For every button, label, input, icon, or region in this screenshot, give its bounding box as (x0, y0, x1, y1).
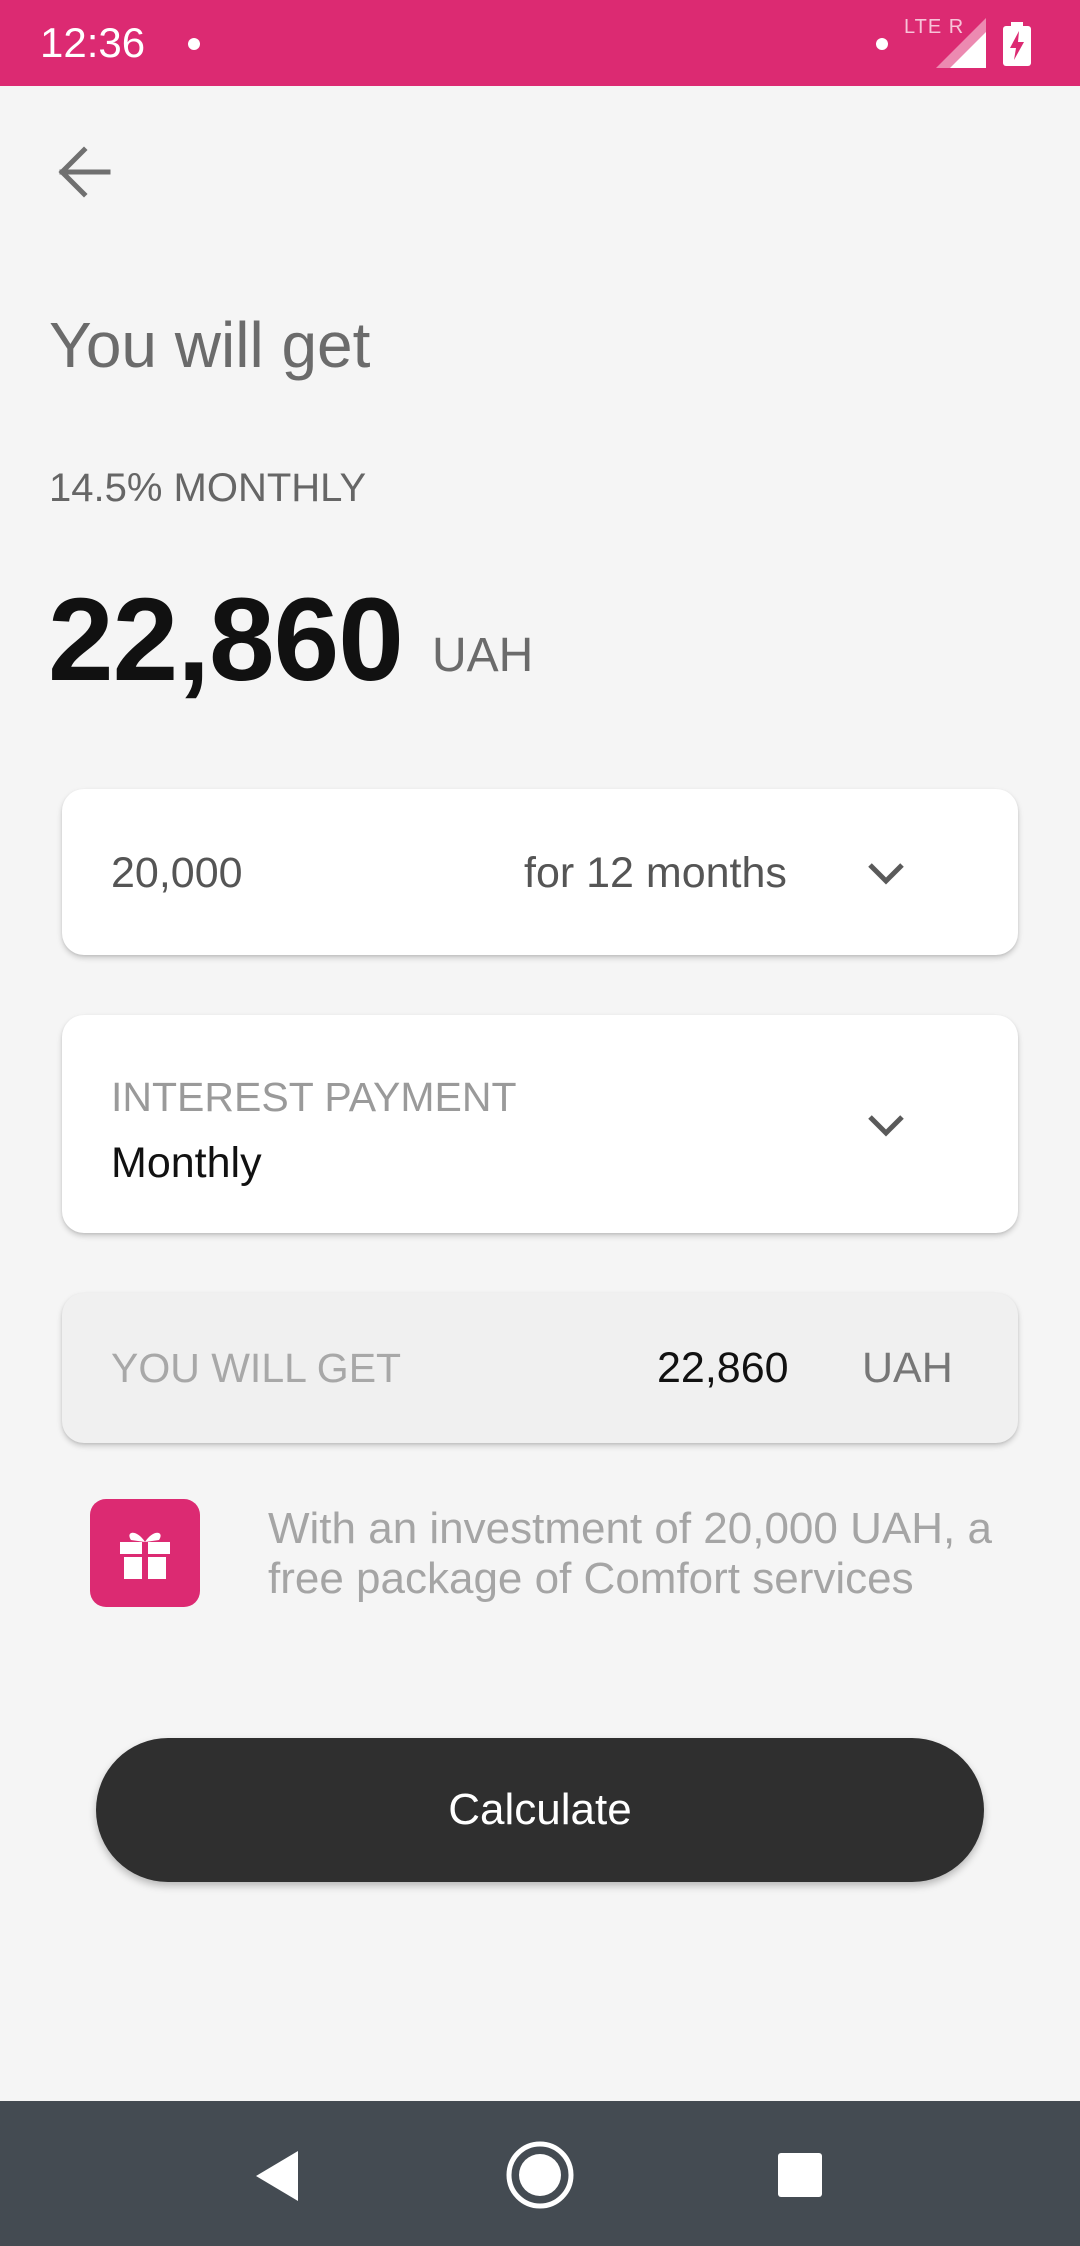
chevron-down-icon[interactable] (866, 1113, 906, 1139)
system-nav-bar (0, 2101, 1080, 2246)
result-currency: UAH (432, 629, 534, 682)
total-payout-row: YOU WILL GET 22,860 UAH (62, 1293, 1018, 1443)
triangle-back-icon[interactable] (252, 2149, 302, 2203)
back-arrow-icon[interactable] (52, 140, 116, 204)
circle-home-icon[interactable] (504, 2139, 576, 2211)
gift-icon (90, 1499, 200, 1607)
battery-charging-icon (1003, 22, 1031, 66)
status-bar: 12:36 LTE R (0, 0, 1080, 86)
deposit-amount-term-selector[interactable]: 20,000 for 12 months (62, 789, 1018, 955)
gift-icon-glyph (120, 1532, 170, 1579)
total-label: YOU WILL GET (111, 1345, 402, 1391)
result-amount: 22,860 (48, 574, 404, 706)
interest-rate: 14.5% MONTHLY (49, 466, 367, 510)
calculate-button[interactable]: Calculate (96, 1738, 984, 1882)
promo-text: With an investment of 20,000 UAH, a free… (268, 1504, 992, 1603)
chevron-down-icon[interactable] (866, 861, 906, 887)
page-title: You will get (49, 309, 371, 381)
deposit-amount: 20,000 (111, 849, 243, 897)
notification-dot-icon (188, 38, 200, 50)
notification-dot-icon (876, 38, 888, 50)
interest-payment-label: INTEREST PAYMENT (111, 1074, 517, 1120)
total-value: 22,860 (657, 1344, 789, 1392)
interest-payment-value: Monthly (111, 1139, 262, 1187)
square-recents-icon[interactable] (776, 2151, 824, 2199)
interest-payment-selector[interactable]: INTEREST PAYMENT Monthly (62, 1015, 1018, 1233)
deposit-term: for 12 months (524, 849, 787, 897)
total-currency: UAH (862, 1344, 953, 1392)
status-time: 12:36 (40, 19, 146, 66)
network-type-label: LTE R (904, 16, 965, 38)
